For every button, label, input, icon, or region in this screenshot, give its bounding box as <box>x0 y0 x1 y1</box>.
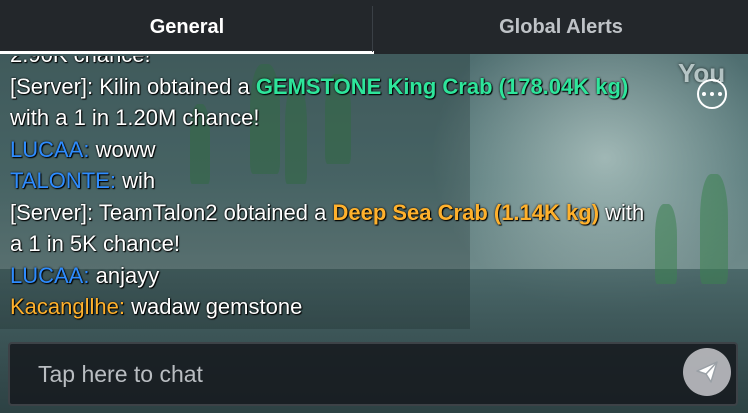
chat-highlight: GEMSTONE King Crab (178.04K kg) <box>255 73 629 99</box>
chat-speaker[interactable]: TALONTE: <box>10 168 116 193</box>
chat-highlight: Deep Sea Crab (1.14K kg) <box>332 199 600 225</box>
chat-message: Kacangllhe: wadaw gemstone <box>10 291 660 323</box>
menu-dot <box>718 92 722 96</box>
chat-message: [Server]: Kilin obtained a GEMSTONE King… <box>10 71 660 134</box>
chat-log[interactable]: 2.90K chance! [Server]: Kilin obtained a… <box>10 56 660 328</box>
chat-text: with a 1 in 1.20M chance! <box>10 105 260 130</box>
menu-dot <box>702 92 706 96</box>
chat-text: Kilin obtained a <box>93 73 256 99</box>
chat-text: TeamTalon2 obtained a <box>93 199 333 225</box>
chat-text: anjayy <box>89 262 160 288</box>
chat-text: woww <box>89 136 156 162</box>
chat-message-partial: 2.90K chance! <box>10 56 660 71</box>
menu-dot <box>710 92 714 96</box>
chat-speaker: [Server]: <box>10 199 94 225</box>
chat-message: LUCAA: anjayy <box>10 260 660 292</box>
tab-general[interactable]: General <box>0 0 374 54</box>
seaweed <box>700 174 728 284</box>
chat-input-placeholder: Tap here to chat <box>38 360 203 387</box>
tab-global-alerts[interactable]: Global Alerts <box>374 0 748 54</box>
chat-speaker[interactable]: LUCAA: <box>10 137 89 162</box>
chat-speaker: [Server]: <box>10 73 94 99</box>
chat-speaker[interactable]: Kacangllhe: <box>10 294 125 319</box>
send-icon <box>696 361 718 383</box>
chat-message: TALONTE: wih <box>10 165 660 197</box>
chat-message: [Server]: TeamTalon2 obtained a Deep Sea… <box>10 197 660 260</box>
chat-speaker[interactable]: LUCAA: <box>10 263 89 288</box>
chat-tab-bar: General Global Alerts <box>0 0 748 54</box>
chat-text: wih <box>115 168 156 193</box>
send-button[interactable] <box>683 348 731 396</box>
chat-message: LUCAA: woww <box>10 134 660 166</box>
more-options-icon[interactable] <box>697 79 727 109</box>
chat-text: wadaw gemstone <box>124 294 303 319</box>
tab-divider <box>372 6 373 52</box>
chat-input[interactable]: Tap here to chat <box>8 342 738 406</box>
